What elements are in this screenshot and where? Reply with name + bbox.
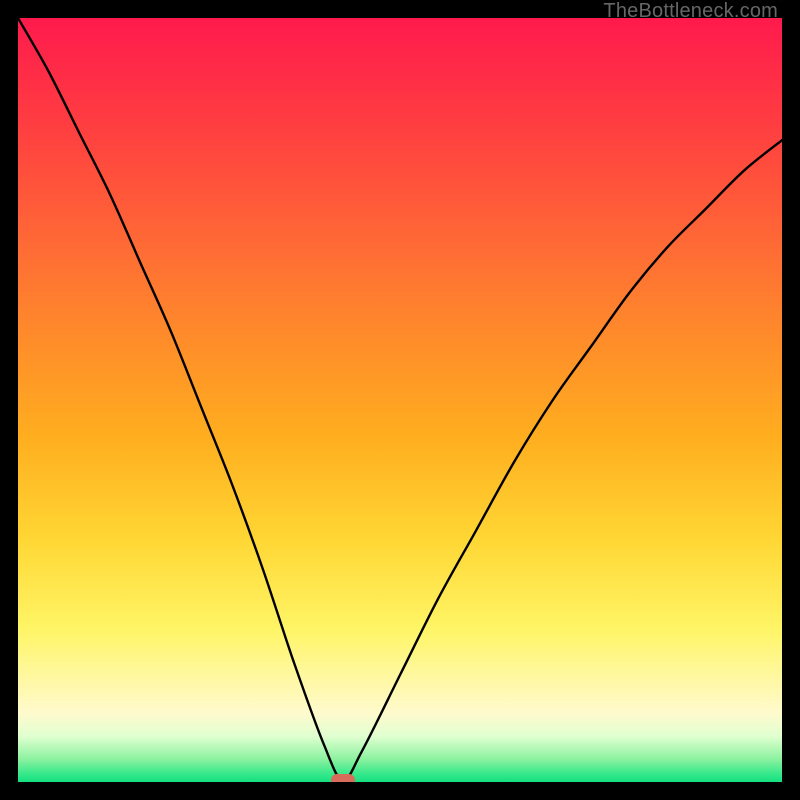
plot-area xyxy=(18,18,782,782)
bottleneck-curve xyxy=(18,18,782,782)
curve-path xyxy=(18,18,782,780)
outer-frame: TheBottleneck.com xyxy=(0,0,800,800)
watermark-text: TheBottleneck.com xyxy=(603,0,778,23)
optimum-marker xyxy=(331,774,355,782)
